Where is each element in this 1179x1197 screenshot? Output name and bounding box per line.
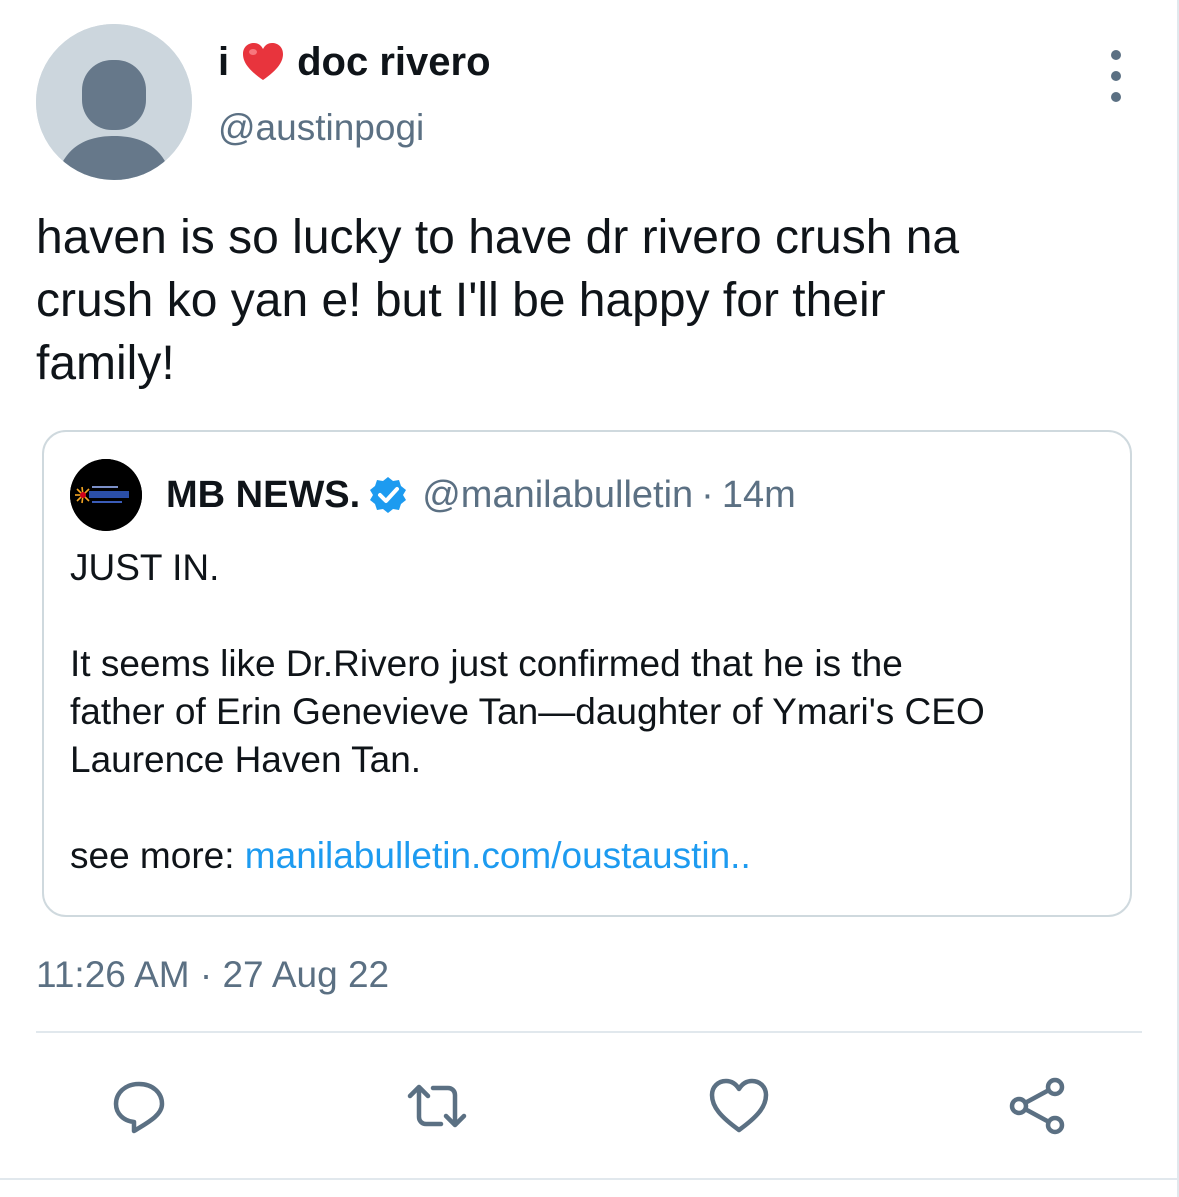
quoted-name[interactable]: MB NEWS. (166, 474, 360, 517)
reply-icon (113, 1081, 165, 1134)
share-button[interactable] (1005, 1074, 1069, 1138)
more-dot (1111, 71, 1121, 81)
quoted-see-more: see more: manilabulletin.com/oustaustin.… (70, 832, 1110, 880)
separator-dot: · (701, 473, 714, 516)
manila-bulletin-logo-icon (70, 459, 142, 531)
like-button[interactable] (707, 1074, 771, 1138)
display-name-suffix: doc rivero (297, 40, 491, 84)
quoted-link[interactable]: manilabulletin.com/oustaustin.. (245, 835, 751, 876)
user-avatar[interactable] (36, 24, 192, 180)
quoted-handle[interactable]: @manilabulletin (422, 474, 693, 517)
tweet-detail: i doc rivero @austinpogi haven is so luc… (0, 0, 1179, 1197)
red-heart-icon (243, 43, 284, 80)
quoted-line-headline: JUST IN. (70, 547, 220, 588)
user-handle[interactable]: @austinpogi (218, 104, 424, 152)
bottom-divider (0, 1178, 1179, 1180)
share-icon (1009, 1077, 1065, 1135)
reply-button[interactable] (107, 1074, 171, 1138)
retweet-button[interactable] (405, 1074, 469, 1138)
divider (36, 1031, 1142, 1033)
quoted-tweet[interactable]: MB NEWS. @manilabulletin · 14m JUST IN. … (42, 430, 1132, 917)
verified-badge-icon (370, 477, 407, 513)
display-name[interactable]: i doc rivero (218, 38, 491, 86)
quoted-time: 14m (721, 473, 796, 516)
more-vertical-icon (1111, 50, 1121, 60)
more-options-button[interactable] (1096, 50, 1136, 102)
see-more-label: see more: (70, 835, 245, 876)
display-name-prefix: i (218, 40, 230, 84)
default-avatar-icon (36, 24, 192, 180)
like-icon (709, 1078, 769, 1133)
quoted-text: JUST IN. It seems like Dr.Rivero just co… (70, 544, 1110, 880)
quoted-line-body: It seems like Dr.Rivero just confirmed t… (70, 643, 985, 780)
tweet-text: haven is so lucky to have dr rivero crus… (36, 211, 960, 390)
quoted-avatar[interactable] (70, 459, 142, 531)
quoted-header: MB NEWS. @manilabulletin · 14m (166, 470, 796, 520)
retweet-icon (407, 1084, 467, 1128)
tweet-timestamp[interactable]: 11:26 AM · 27 Aug 22 (36, 950, 389, 1000)
more-dot (1111, 92, 1121, 102)
